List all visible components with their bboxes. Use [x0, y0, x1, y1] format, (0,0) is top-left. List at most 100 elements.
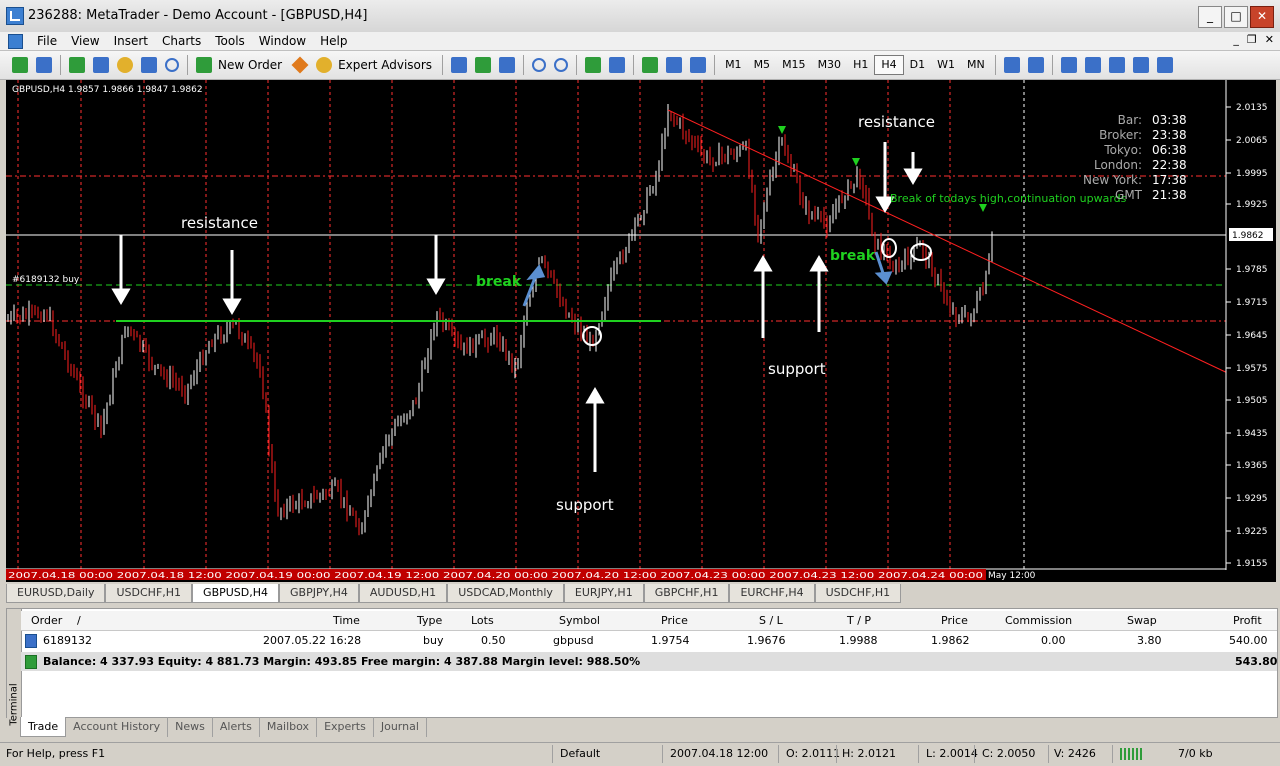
col-swap[interactable]: Swap	[1127, 611, 1157, 630]
tab-account-history[interactable]: Account History	[66, 717, 169, 737]
col-tp[interactable]: T / P	[847, 611, 871, 630]
col-price[interactable]: Price	[661, 611, 688, 630]
order-number: 6189132	[43, 634, 92, 647]
bar-chart-icon[interactable]	[451, 57, 468, 73]
svg-text:Tokyo:: Tokyo:	[1103, 143, 1142, 157]
timeframe-mn[interactable]: MN	[961, 56, 991, 74]
profiles-icon[interactable]	[36, 57, 52, 73]
maximize-button[interactable]: □	[1224, 6, 1248, 28]
status-profile[interactable]: Default	[560, 747, 600, 760]
order-sl: 1.9676	[747, 634, 786, 647]
col-lots[interactable]: Lots	[471, 611, 494, 630]
timeframe-m15[interactable]: M15	[776, 56, 812, 74]
menu-tools[interactable]: Tools	[208, 33, 252, 49]
trendline-icon[interactable]	[1108, 57, 1125, 73]
horizontal-line-icon[interactable]	[1084, 57, 1101, 73]
status-help: For Help, press F1	[6, 747, 106, 760]
resistance-label-left: resistance	[181, 214, 258, 232]
break-label-right: break	[830, 248, 876, 264]
auto-scroll-icon[interactable]	[585, 57, 602, 73]
tab-experts[interactable]: Experts	[317, 717, 374, 737]
chart-tab[interactable]: GBPCHF,H1	[643, 584, 730, 603]
chart-tab[interactable]: EURCHF,H4	[729, 584, 815, 603]
periods-icon[interactable]	[666, 57, 683, 73]
menu-charts[interactable]: Charts	[155, 33, 208, 49]
timeframe-m5[interactable]: M5	[748, 56, 777, 74]
fibonacci-icon[interactable]	[1132, 57, 1149, 73]
price-axis-label: 1.9155	[1236, 559, 1268, 569]
support-label-right: support	[768, 360, 826, 378]
new-chart-icon[interactable]	[12, 57, 28, 73]
svg-text:London:: London:	[1094, 158, 1142, 172]
menu-insert[interactable]: Insert	[107, 33, 155, 49]
new-order-button[interactable]: New Order	[218, 58, 282, 72]
strategy-tester-icon[interactable]	[165, 58, 179, 72]
chart-tab[interactable]: AUDUSD,H1	[358, 584, 448, 603]
col-profit[interactable]: Profit	[1233, 611, 1262, 630]
chart-header: GBPUSD,H4 1.9857 1.9866 1.9847 1.9862	[12, 85, 203, 95]
crosshair-icon[interactable]	[1027, 57, 1044, 73]
timeframe-m1[interactable]: M1	[719, 56, 748, 74]
price-chart[interactable]: 2.0135 2.0065 1.9995 1.9925 1.9785 1.9715 1.96…	[6, 80, 1276, 582]
line-chart-icon[interactable]	[499, 57, 516, 73]
text-tool-icon[interactable]	[1156, 57, 1173, 73]
col-order[interactable]: Order	[31, 611, 62, 630]
col-sl[interactable]: S / L	[759, 611, 783, 630]
candlestick-icon[interactable]	[475, 57, 492, 73]
menu-view[interactable]: View	[64, 33, 106, 49]
navigator-icon[interactable]	[93, 57, 109, 73]
zoom-in-icon[interactable]	[532, 58, 547, 72]
cursor-icon[interactable]	[1003, 57, 1020, 73]
close-button[interactable]: ✕	[1250, 6, 1274, 28]
zoom-out-icon[interactable]	[554, 58, 569, 72]
data-window-icon[interactable]	[117, 57, 133, 73]
minimize-button[interactable]: _	[1198, 6, 1222, 28]
col-symbol[interactable]: Symbol	[559, 611, 600, 630]
col-commission[interactable]: Commission	[1005, 611, 1072, 630]
expert-advisors-button[interactable]: Expert Advisors	[338, 58, 432, 72]
chart-tab[interactable]: EURUSD,Daily	[6, 584, 106, 603]
chart-tab[interactable]: USDCAD,Monthly	[447, 584, 564, 603]
menu-help[interactable]: Help	[313, 33, 354, 49]
chart-tab[interactable]: USDCHF,H1	[105, 584, 193, 603]
metaeditor-icon[interactable]	[291, 56, 309, 74]
tab-mailbox[interactable]: Mailbox	[260, 717, 318, 737]
col-time[interactable]: Time	[333, 611, 360, 630]
timeframe-m30[interactable]: M30	[812, 56, 848, 74]
terminal-icon[interactable]	[141, 57, 157, 73]
expert-advisors-icon	[316, 57, 333, 73]
menu-file[interactable]: File	[30, 33, 64, 49]
mdi-close-button[interactable]: ✕	[1265, 33, 1274, 46]
market-watch-icon[interactable]	[69, 57, 85, 73]
chart-tab[interactable]: GBPJPY,H4	[279, 584, 359, 603]
order-row[interactable]: 6189132 2007.05.22 16:28 buy 0.50 gbpusd…	[21, 631, 1277, 650]
balance-icon	[25, 655, 37, 669]
terminal-tabs: Trade Account History News Alerts Mailbo…	[20, 717, 427, 737]
status-high: H: 2.0121	[842, 747, 896, 760]
status-low: L: 2.0014	[926, 747, 978, 760]
timeframe-w1[interactable]: W1	[931, 56, 961, 74]
tab-news[interactable]: News	[168, 717, 213, 737]
tab-journal[interactable]: Journal	[374, 717, 427, 737]
svg-text:Bar:: Bar:	[1118, 113, 1142, 127]
indicators-icon[interactable]	[642, 57, 659, 73]
chart-shift-icon[interactable]	[609, 57, 626, 73]
chart-tab[interactable]: USDCHF,H1	[814, 584, 902, 603]
mdi-minimize-button[interactable]: _	[1233, 33, 1239, 46]
templates-icon[interactable]	[690, 57, 707, 73]
menu-window[interactable]: Window	[252, 33, 313, 49]
timeframe-h1[interactable]: H1	[847, 56, 874, 74]
col-cur-price[interactable]: Price	[941, 611, 968, 630]
timeframe-d1[interactable]: D1	[904, 56, 931, 74]
price-axis-label: 2.0135	[1236, 103, 1268, 113]
vertical-line-icon[interactable]	[1060, 57, 1077, 73]
tab-trade[interactable]: Trade	[20, 717, 67, 737]
chart-tab[interactable]: EURJPY,H1	[563, 584, 644, 603]
order-swap: 3.80	[1137, 634, 1162, 647]
col-type[interactable]: Type	[417, 611, 442, 630]
timeframe-h4[interactable]: H4	[874, 55, 904, 75]
chart-tab-active[interactable]: GBPUSD,H4	[192, 584, 280, 603]
connection-status-icon[interactable]	[1120, 748, 1142, 760]
mdi-restore-button[interactable]: ❐	[1247, 33, 1257, 46]
tab-alerts[interactable]: Alerts	[213, 717, 260, 737]
